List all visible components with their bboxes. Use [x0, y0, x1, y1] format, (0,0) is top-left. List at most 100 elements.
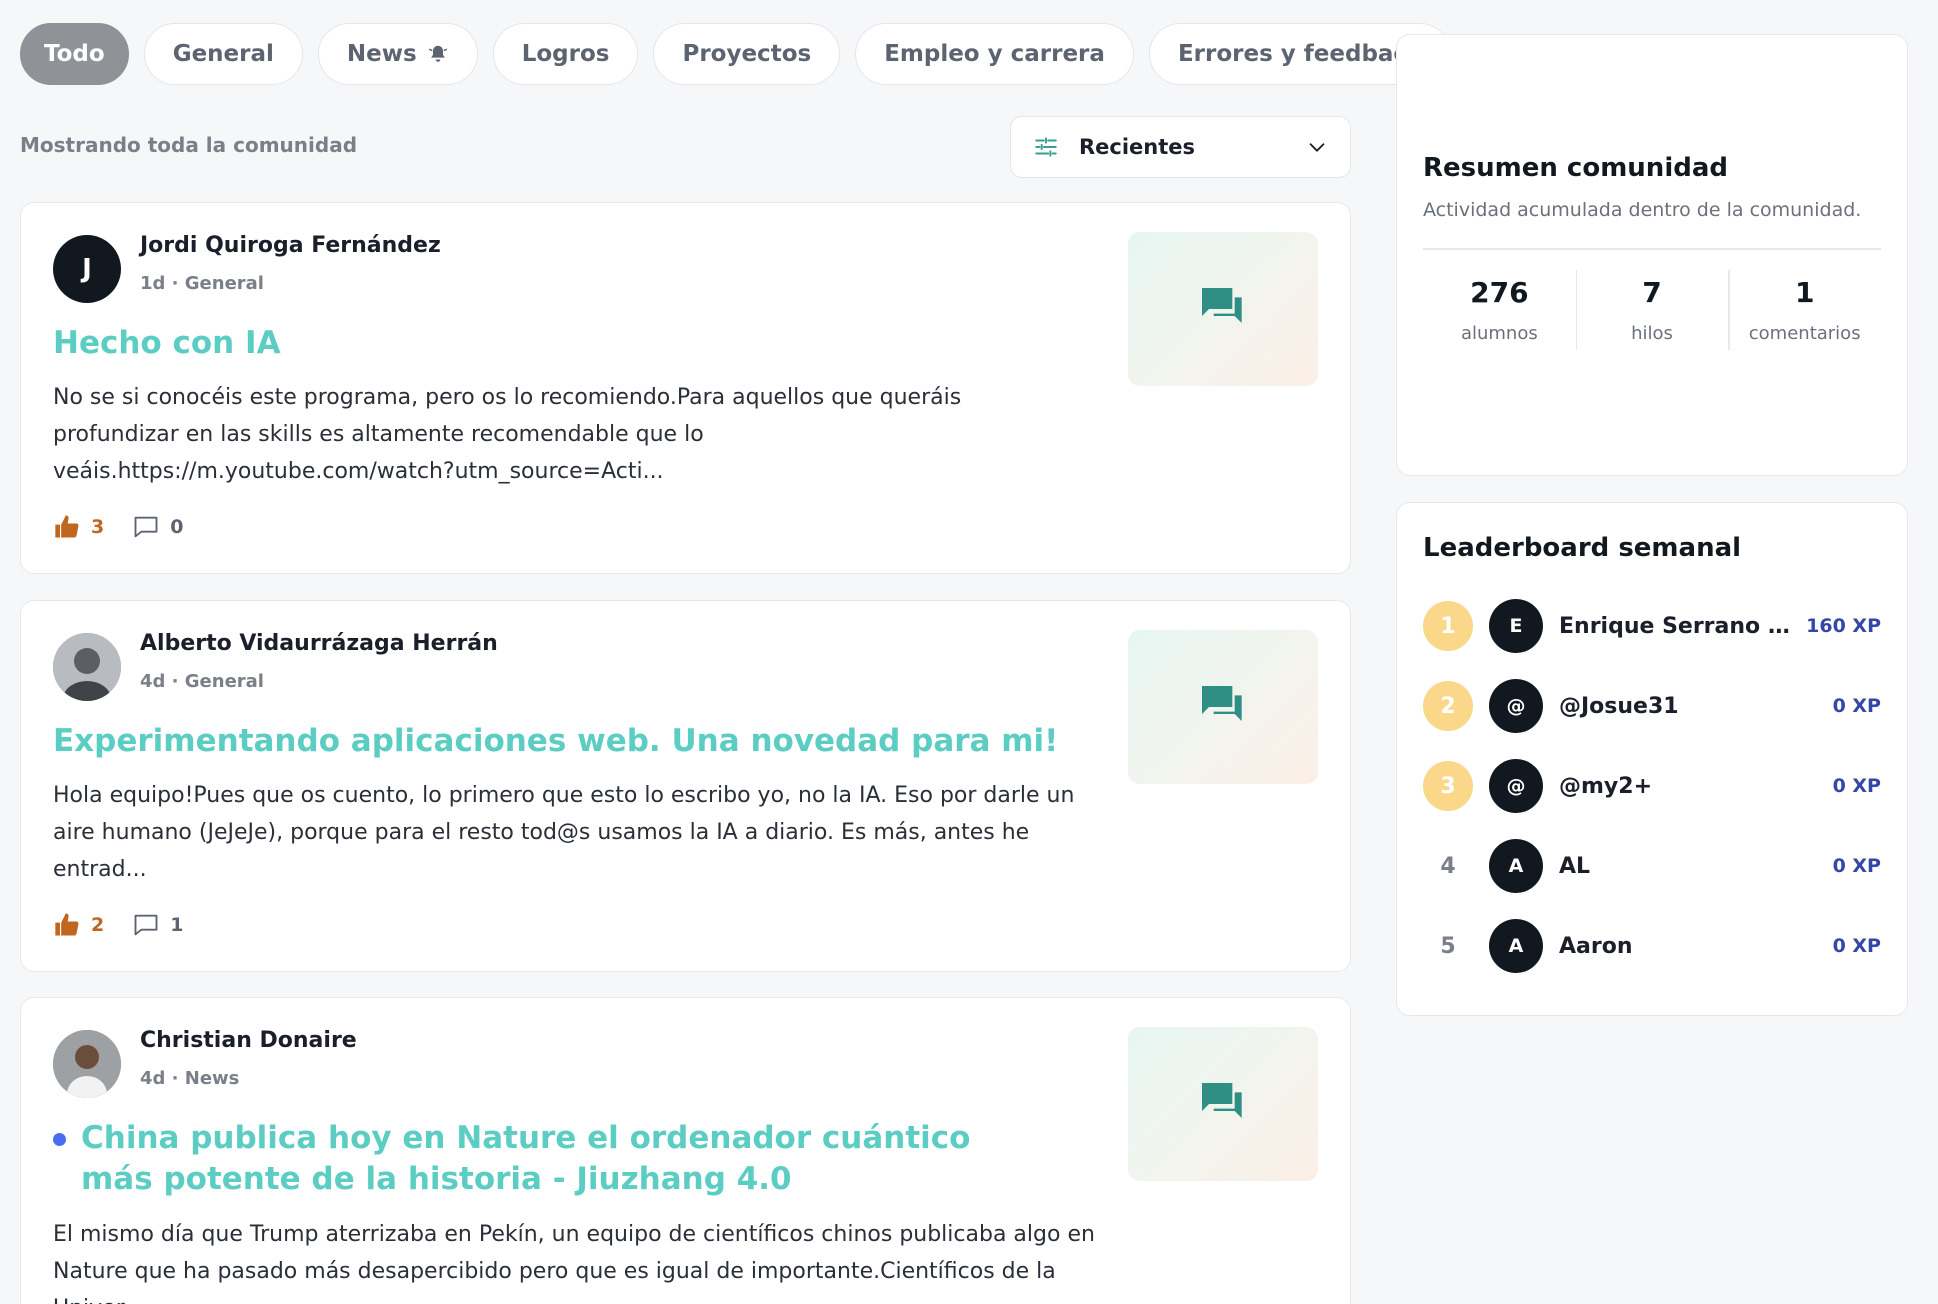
avatar[interactable] [53, 1030, 121, 1098]
summary-subtitle: Actividad acumulada dentro de la comunid… [1423, 199, 1862, 221]
feed-subheader: Mostrando toda la comunidad Recientes [20, 116, 1351, 178]
stat-value: 276 [1470, 276, 1529, 309]
post-meta: 4d · General [140, 671, 264, 692]
post-thumbnail[interactable] [1128, 630, 1318, 784]
user-photo-icon [53, 1030, 121, 1098]
like-count: 3 [91, 516, 105, 538]
stat-value: 7 [1642, 276, 1662, 309]
leaderboard-title: Leaderboard semanal [1423, 533, 1742, 563]
avatar[interactable]: J [53, 235, 121, 303]
weekly-leaderboard-panel: Leaderboard semanal 1 E Enrique Serrano … [1396, 502, 1908, 1016]
post-card[interactable]: J Jordi Quiroga Fernández 1d · General H… [20, 202, 1351, 574]
rank-badge: 1 [1423, 601, 1473, 651]
post-title[interactable]: Hecho con IA [53, 323, 1093, 364]
leaderboard-entry[interactable]: 4 A AL 0 XP [1423, 838, 1881, 894]
filter-label: General [172, 41, 274, 67]
leaderboard-name: Enrique Serrano Ga... [1559, 613, 1796, 639]
leaderboard-entry[interactable]: 2 @ @Josue31 0 XP [1423, 678, 1881, 734]
stat-value: 1 [1794, 276, 1815, 309]
post-actions: 3 0 [53, 513, 183, 541]
stat-label: alumnos [1460, 323, 1538, 344]
stat-label: comentarios [1748, 323, 1861, 344]
rank-badge: 3 [1423, 761, 1473, 811]
leaderboard-name: @my2+ [1559, 773, 1653, 799]
post-meta: 1d · General [140, 273, 264, 294]
comment-icon [134, 914, 158, 936]
thumbs-up-icon [55, 913, 79, 936]
post-title[interactable]: Experimentando aplicaciones web. Una nov… [53, 721, 1093, 762]
stat-comentarios: 1 comentarios [1728, 270, 1881, 360]
category-filters: Todo General News Logros Proyectos Emple… [20, 23, 1452, 85]
leaderboard-xp: 0 XP [1832, 935, 1881, 957]
leaderboard-entry[interactable]: 5 A Aaron 0 XP [1423, 918, 1881, 974]
leaderboard-name: @Josue31 [1559, 693, 1679, 719]
post-author[interactable]: Christian Donaire [140, 1028, 357, 1053]
forum-icon [1202, 1083, 1242, 1118]
avatar: A [1489, 919, 1543, 973]
rank-number: 4 [1440, 853, 1456, 879]
post-card[interactable]: Alberto Vidaurrázaga Herrán 4d · General… [20, 600, 1351, 972]
sort-dropdown[interactable]: Recientes [1010, 116, 1351, 178]
post-thumbnail[interactable] [1128, 1027, 1318, 1181]
leaderboard-xp: 0 XP [1832, 775, 1881, 797]
chevron-down-icon [1309, 143, 1325, 152]
leaderboard-xp: 160 XP [1806, 615, 1881, 637]
filter-label: Proyectos [682, 41, 812, 67]
filter-label: Empleo y carrera [884, 41, 1105, 67]
like-button[interactable]: 2 [53, 911, 104, 939]
stat-label: hilos [1631, 323, 1673, 344]
avatar[interactable] [53, 633, 121, 701]
filter-label: Errores y feedback [1177, 41, 1423, 67]
post-author[interactable]: Jordi Quiroga Fernández [140, 233, 441, 258]
like-count: 2 [91, 914, 105, 936]
sort-selected-label: Recientes [1079, 135, 1196, 159]
leaderboard-entry[interactable]: 3 @ @my2+ 0 XP [1423, 758, 1881, 814]
comment-button[interactable]: 0 [132, 513, 183, 541]
leaderboard-xp: 0 XP [1832, 855, 1881, 877]
filter-label: Logros [521, 41, 610, 67]
avatar: A [1489, 839, 1543, 893]
avatar: @ [1489, 679, 1543, 733]
stat-alumnos: 276 alumnos [1423, 270, 1576, 360]
filter-proyectos[interactable]: Proyectos [653, 23, 841, 85]
leaderboard-name: Aaron [1559, 933, 1633, 959]
leaderboard-entry[interactable]: 1 E Enrique Serrano Ga... 160 XP [1423, 598, 1881, 654]
post-excerpt: El mismo día que Trump aterrizaba en Pek… [53, 1222, 1095, 1304]
post-excerpt: No se si conocéis este programa, pero os… [53, 385, 962, 484]
filter-empleo-y-carrera[interactable]: Empleo y carrera [855, 23, 1134, 85]
post-meta: 4d · News [140, 1068, 240, 1089]
post-title[interactable]: China publica hoy en Nature el ordenador… [53, 1118, 1043, 1200]
filter-todo[interactable]: Todo [20, 23, 129, 85]
avatar: @ [1489, 759, 1543, 813]
stat-hilos: 7 hilos [1575, 270, 1729, 360]
comment-icon [134, 516, 158, 538]
post-actions: 2 1 [53, 911, 183, 939]
post-thumbnail[interactable] [1128, 232, 1318, 386]
avatar: E [1489, 599, 1543, 653]
like-button[interactable]: 3 [53, 513, 104, 541]
filter-news[interactable]: News [317, 23, 478, 85]
filter-label: Todo [44, 41, 105, 67]
bell-icon [428, 45, 447, 62]
post-card[interactable]: Christian Donaire 4d · News China public… [20, 997, 1351, 1304]
comment-count: 0 [170, 516, 184, 538]
divider [1423, 248, 1881, 250]
community-summary-panel: Resumen comunidad Actividad acumulada de… [1396, 34, 1908, 476]
filter-label: News [346, 41, 417, 67]
leaderboard-name: AL [1559, 853, 1591, 879]
unread-dot [53, 1133, 66, 1146]
avatar-initial: J [82, 254, 92, 284]
user-photo-icon [53, 633, 121, 701]
forum-icon [1202, 686, 1242, 721]
comment-button[interactable]: 1 [132, 911, 183, 939]
summary-stats: 276 alumnos 7 hilos 1 comentarios [1423, 270, 1881, 360]
sliders-icon [1035, 137, 1057, 157]
filter-general[interactable]: General [143, 23, 303, 85]
post-author[interactable]: Alberto Vidaurrázaga Herrán [140, 631, 498, 656]
rank-number: 5 [1440, 933, 1456, 959]
filter-logros[interactable]: Logros [492, 23, 639, 85]
post-title-text: China publica hoy en Nature el ordenador… [81, 1120, 971, 1197]
comment-count: 1 [170, 914, 184, 936]
rank-badge: 2 [1423, 681, 1473, 731]
leaderboard-xp: 0 XP [1832, 695, 1881, 717]
